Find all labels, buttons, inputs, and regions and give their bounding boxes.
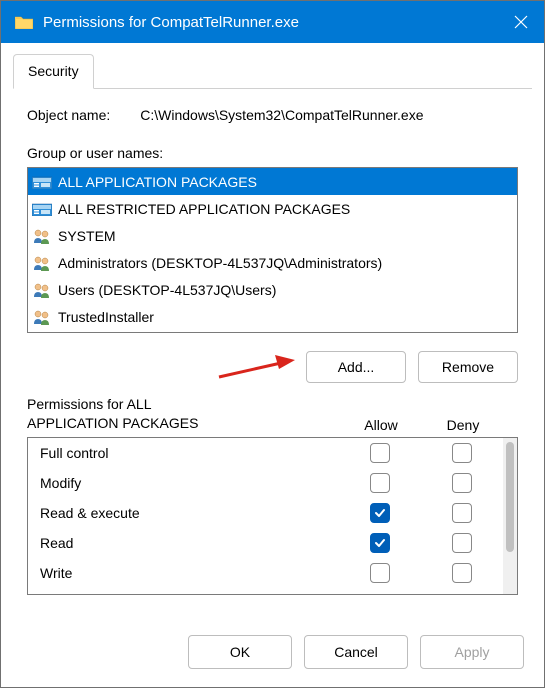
dialog-footer: OK Cancel Apply — [1, 621, 544, 687]
groups-listbox[interactable]: ALL APPLICATION PACKAGES ALL RESTRICTED A… — [27, 167, 518, 333]
object-name-row: Object name: C:\Windows\System32\CompatT… — [27, 107, 518, 123]
users-icon — [32, 309, 52, 325]
deny-checkbox[interactable] — [452, 443, 472, 463]
object-name-value: C:\Windows\System32\CompatTelRunner.exe — [140, 107, 423, 123]
group-item[interactable]: Administrators (DESKTOP-4L537JQ\Administ… — [28, 249, 517, 276]
package-icon — [32, 174, 52, 190]
group-item[interactable]: SYSTEM — [28, 222, 517, 249]
permissions-for-label: Permissions for ALL APPLICATION PACKAGES — [27, 395, 340, 433]
allow-checkbox[interactable] — [370, 563, 390, 583]
tab-security[interactable]: Security — [13, 54, 94, 89]
group-item[interactable]: Users (DESKTOP-4L537JQ\Users) — [28, 276, 517, 303]
allow-checkbox[interactable] — [370, 533, 390, 553]
permission-row: Modify — [28, 468, 503, 498]
allow-checkbox[interactable] — [370, 503, 390, 523]
group-item[interactable]: TrustedInstaller — [28, 303, 517, 330]
tab-content: Object name: C:\Windows\System32\CompatT… — [13, 89, 532, 621]
users-icon — [32, 228, 52, 244]
col-header-allow: Allow — [340, 417, 422, 433]
deny-checkbox[interactable] — [452, 563, 472, 583]
object-name-label: Object name: — [27, 107, 110, 123]
package-icon — [32, 201, 52, 217]
remove-button[interactable]: Remove — [418, 351, 518, 383]
group-item-label: SYSTEM — [58, 228, 116, 244]
add-button[interactable]: Add... — [306, 351, 406, 383]
permissions-listbox: Full control Modify Read & execute Read Writ… — [27, 437, 518, 595]
permission-row: Write — [28, 558, 503, 588]
group-item[interactable]: ALL APPLICATION PACKAGES — [28, 168, 517, 195]
permission-name: Write — [40, 565, 339, 581]
group-buttons-row: Add... Remove — [27, 351, 518, 383]
permission-name: Read & execute — [40, 505, 339, 521]
scrollbar[interactable] — [503, 438, 517, 594]
users-icon — [32, 282, 52, 298]
cancel-button[interactable]: Cancel — [304, 635, 408, 669]
permission-name: Read — [40, 535, 339, 551]
group-item[interactable]: ALL RESTRICTED APPLICATION PACKAGES — [28, 195, 517, 222]
ok-button[interactable]: OK — [188, 635, 292, 669]
group-item-label: Users (DESKTOP-4L537JQ\Users) — [58, 282, 276, 298]
allow-checkbox[interactable] — [370, 443, 390, 463]
titlebar: Permissions for CompatTelRunner.exe — [1, 1, 544, 43]
group-item-label: Administrators (DESKTOP-4L537JQ\Administ… — [58, 255, 382, 271]
folder-icon — [15, 15, 33, 29]
deny-checkbox[interactable] — [452, 533, 472, 553]
scrollbar-thumb[interactable] — [506, 442, 514, 552]
groups-label: Group or user names: — [27, 145, 518, 161]
annotation-arrow-icon — [217, 355, 297, 383]
permissions-dialog: Permissions for CompatTelRunner.exe Secu… — [0, 0, 545, 688]
group-item-label: ALL RESTRICTED APPLICATION PACKAGES — [58, 201, 350, 217]
permissions-header: Permissions for ALL APPLICATION PACKAGES… — [27, 395, 518, 433]
col-header-deny: Deny — [422, 417, 504, 433]
tabstrip: Security — [13, 53, 532, 89]
window-title: Permissions for CompatTelRunner.exe — [43, 14, 498, 31]
permission-row: Read — [28, 528, 503, 558]
close-button[interactable] — [498, 1, 544, 43]
deny-checkbox[interactable] — [452, 503, 472, 523]
users-icon — [32, 255, 52, 271]
permission-name: Full control — [40, 445, 339, 461]
permission-row: Read & execute — [28, 498, 503, 528]
allow-checkbox[interactable] — [370, 473, 390, 493]
dialog-body: Security Object name: C:\Windows\System3… — [1, 43, 544, 621]
group-item-label: ALL APPLICATION PACKAGES — [58, 174, 257, 190]
permission-row: Full control — [28, 438, 503, 468]
permission-name: Modify — [40, 475, 339, 491]
deny-checkbox[interactable] — [452, 473, 472, 493]
group-item-label: TrustedInstaller — [58, 309, 154, 325]
apply-button[interactable]: Apply — [420, 635, 524, 669]
